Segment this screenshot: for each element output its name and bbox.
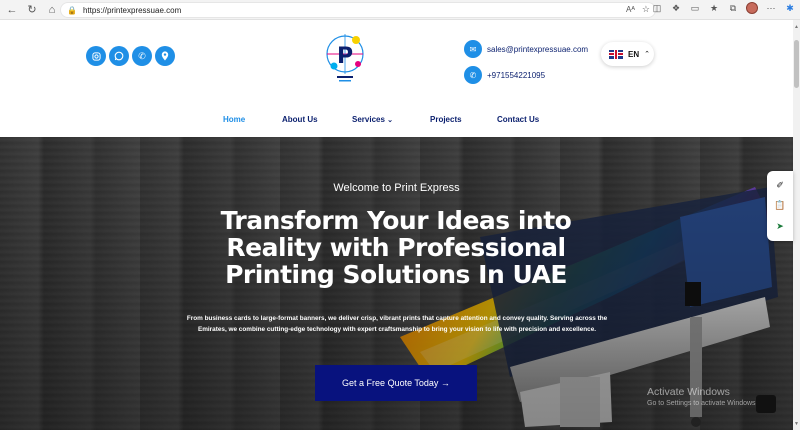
hero-headline: Transform Your Ideas into Reality with P… (220, 206, 572, 289)
chevron-up-icon: ⌃ (644, 51, 650, 58)
refresh-icon[interactable]: ↻ (22, 0, 42, 20)
language-code: EN (628, 49, 640, 59)
scroll-up-icon[interactable]: ▲ (794, 24, 799, 30)
email-link[interactable]: sales@printexpressuae.com (487, 45, 588, 54)
scrollbar-thumb[interactable] (794, 40, 799, 88)
site-header: ✆ P ✉ sales@printexpressuae.com ✆ +97155… (0, 20, 793, 137)
back-icon[interactable]: ← (2, 0, 22, 20)
more-menu-icon[interactable]: ⋯ (765, 3, 777, 14)
social-links: ✆ (86, 46, 175, 66)
nav-home[interactable]: Home (223, 115, 245, 124)
nav-projects[interactable]: Projects (430, 115, 462, 124)
page-scrollbar[interactable]: ▲ ▼ (793, 20, 800, 430)
profile-avatar[interactable] (746, 2, 758, 14)
scroll-down-icon[interactable]: ▼ (794, 421, 799, 427)
phone-icon[interactable]: ✆ (132, 46, 152, 66)
whatsapp-icon[interactable] (109, 46, 129, 66)
url-text: https://printexpressuae.com (82, 5, 182, 15)
hero-welcome: Welcome to Print Express (333, 182, 460, 194)
location-icon[interactable] (155, 46, 175, 66)
browser-toolbar: ← ↻ ⌂ 🔒 https://printexpressuae.com Aᴬ ☆… (0, 0, 800, 20)
nav-services-label: Services (352, 115, 385, 124)
favorite-star-icon[interactable]: ☆ (642, 4, 650, 15)
extensions-icon[interactable]: ❖ (670, 3, 682, 14)
copilot-icon[interactable]: ✱ (784, 3, 796, 14)
email-row[interactable]: ✉ sales@printexpressuae.com (464, 38, 588, 60)
phone-link[interactable]: +971554221095 (487, 71, 545, 80)
collections-icon[interactable]: ⧉ (727, 3, 739, 14)
instagram-icon[interactable] (86, 46, 106, 66)
phone-icon: ✆ (464, 66, 482, 84)
hero-description: From business cards to large-format bann… (186, 315, 608, 333)
address-bar[interactable]: 🔒 https://printexpressuae.com Aᴬ ☆ (60, 2, 656, 18)
language-selector[interactable]: EN ⌃ (601, 42, 654, 66)
accessibility-icon[interactable]: ✐ (776, 180, 784, 191)
nav-services[interactable]: Services ⌄ (352, 115, 393, 124)
tab-actions-icon[interactable]: ▭ (689, 3, 701, 14)
home-icon[interactable]: ⌂ (42, 0, 62, 20)
print-express-logo[interactable]: P (322, 30, 368, 86)
split-screen-icon[interactable]: ◫ (651, 3, 663, 14)
email-icon: ✉ (464, 40, 482, 58)
lock-icon: 🔒 (67, 5, 77, 15)
rocket-icon[interactable]: ➤ (776, 221, 784, 232)
chat-widget-badge[interactable] (756, 395, 776, 413)
nav-about-us[interactable]: About Us (282, 115, 318, 124)
windows-activation-watermark: Activate Windows Go to Settings to activ… (647, 386, 758, 407)
uk-flag-icon (609, 49, 623, 59)
phone-row[interactable]: ✆ +971554221095 (464, 64, 588, 86)
get-quote-button[interactable]: Get a Free Quote Today → (315, 365, 477, 401)
chevron-down-icon: ⌄ (387, 117, 394, 124)
clipboard-icon[interactable]: 📋 (774, 200, 785, 211)
browser-actions: ◫ ❖ ▭ ★ ⧉ ⋯ ✱ (651, 2, 796, 14)
watermark-title: Activate Windows (647, 386, 730, 398)
contact-block: ✉ sales@printexpressuae.com ✆ +971554221… (464, 38, 588, 88)
watermark-subtitle: Go to Settings to activate Windows. (647, 400, 758, 407)
side-tool-panel: ✐ 📋 ➤ (767, 171, 793, 241)
favorites-icon[interactable]: ★ (708, 3, 720, 14)
svg-text:P: P (337, 44, 353, 69)
read-aloud-icon[interactable]: Aᴬ (626, 5, 635, 14)
nav-contact-us[interactable]: Contact Us (497, 115, 539, 124)
main-navigation: Home About Us Services ⌄ Projects Contac… (0, 115, 793, 129)
